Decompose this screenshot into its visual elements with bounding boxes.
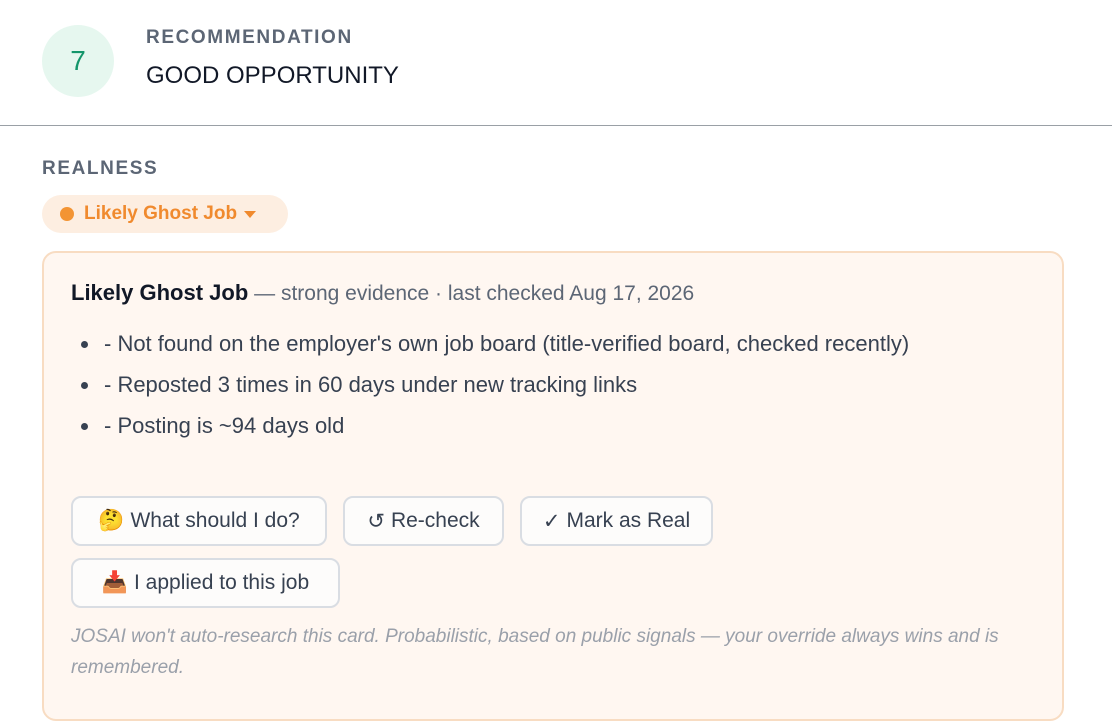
status-dot-icon	[60, 207, 74, 221]
checkmark-icon: ✓	[542, 509, 561, 533]
score-badge: 7	[42, 25, 114, 97]
realness-label: REALNESS	[42, 158, 159, 179]
list-item: - Reposted 3 times in 60 days under new …	[71, 366, 971, 403]
recommendation-section: 7 RECOMMENDATION GOOD OPPORTUNITY	[0, 0, 1112, 126]
realness-status-dropdown[interactable]: Likely Ghost Job	[42, 195, 288, 233]
i-applied-label: I applied to this job	[134, 571, 310, 594]
caret-down-icon	[244, 210, 257, 218]
inbox-tray-icon: 📥	[101, 571, 129, 594]
list-item: - Not found on the employer's own job bo…	[71, 325, 971, 362]
disclaimer-text: JOSAI won't auto-research this card. Pro…	[71, 626, 999, 678]
list-item: - Posting is ~94 days old	[71, 407, 971, 444]
recommendation-label: RECOMMENDATION	[146, 27, 353, 48]
recheck-button[interactable]: ↺ Re-check	[343, 496, 504, 546]
thinking-face-icon: 🤔	[98, 509, 125, 532]
recheck-label: Re-check	[390, 509, 480, 532]
realness-detail-card: Likely Ghost Job — strong evidence · las…	[42, 251, 1064, 721]
recommendation-value: GOOD OPPORTUNITY	[146, 62, 399, 89]
what-should-i-do-label: What should I do?	[130, 509, 300, 532]
what-should-i-do-button[interactable]: 🤔 What should I do?	[71, 496, 327, 546]
card-header: Likely Ghost Job — strong evidence · las…	[71, 280, 694, 306]
mark-as-real-button[interactable]: ✓ Mark as Real	[520, 496, 713, 546]
reason-list: - Not found on the employer's own job bo…	[71, 325, 971, 448]
mark-as-real-label: Mark as Real	[566, 509, 691, 532]
realness-status-label: Likely Ghost Job	[84, 203, 238, 224]
card-meta: — strong evidence · last checked Aug 17,…	[254, 282, 695, 305]
i-applied-button[interactable]: 📥 I applied to this job	[71, 558, 340, 608]
card-title: Likely Ghost Job	[71, 280, 249, 305]
refresh-icon: ↺	[367, 509, 385, 533]
